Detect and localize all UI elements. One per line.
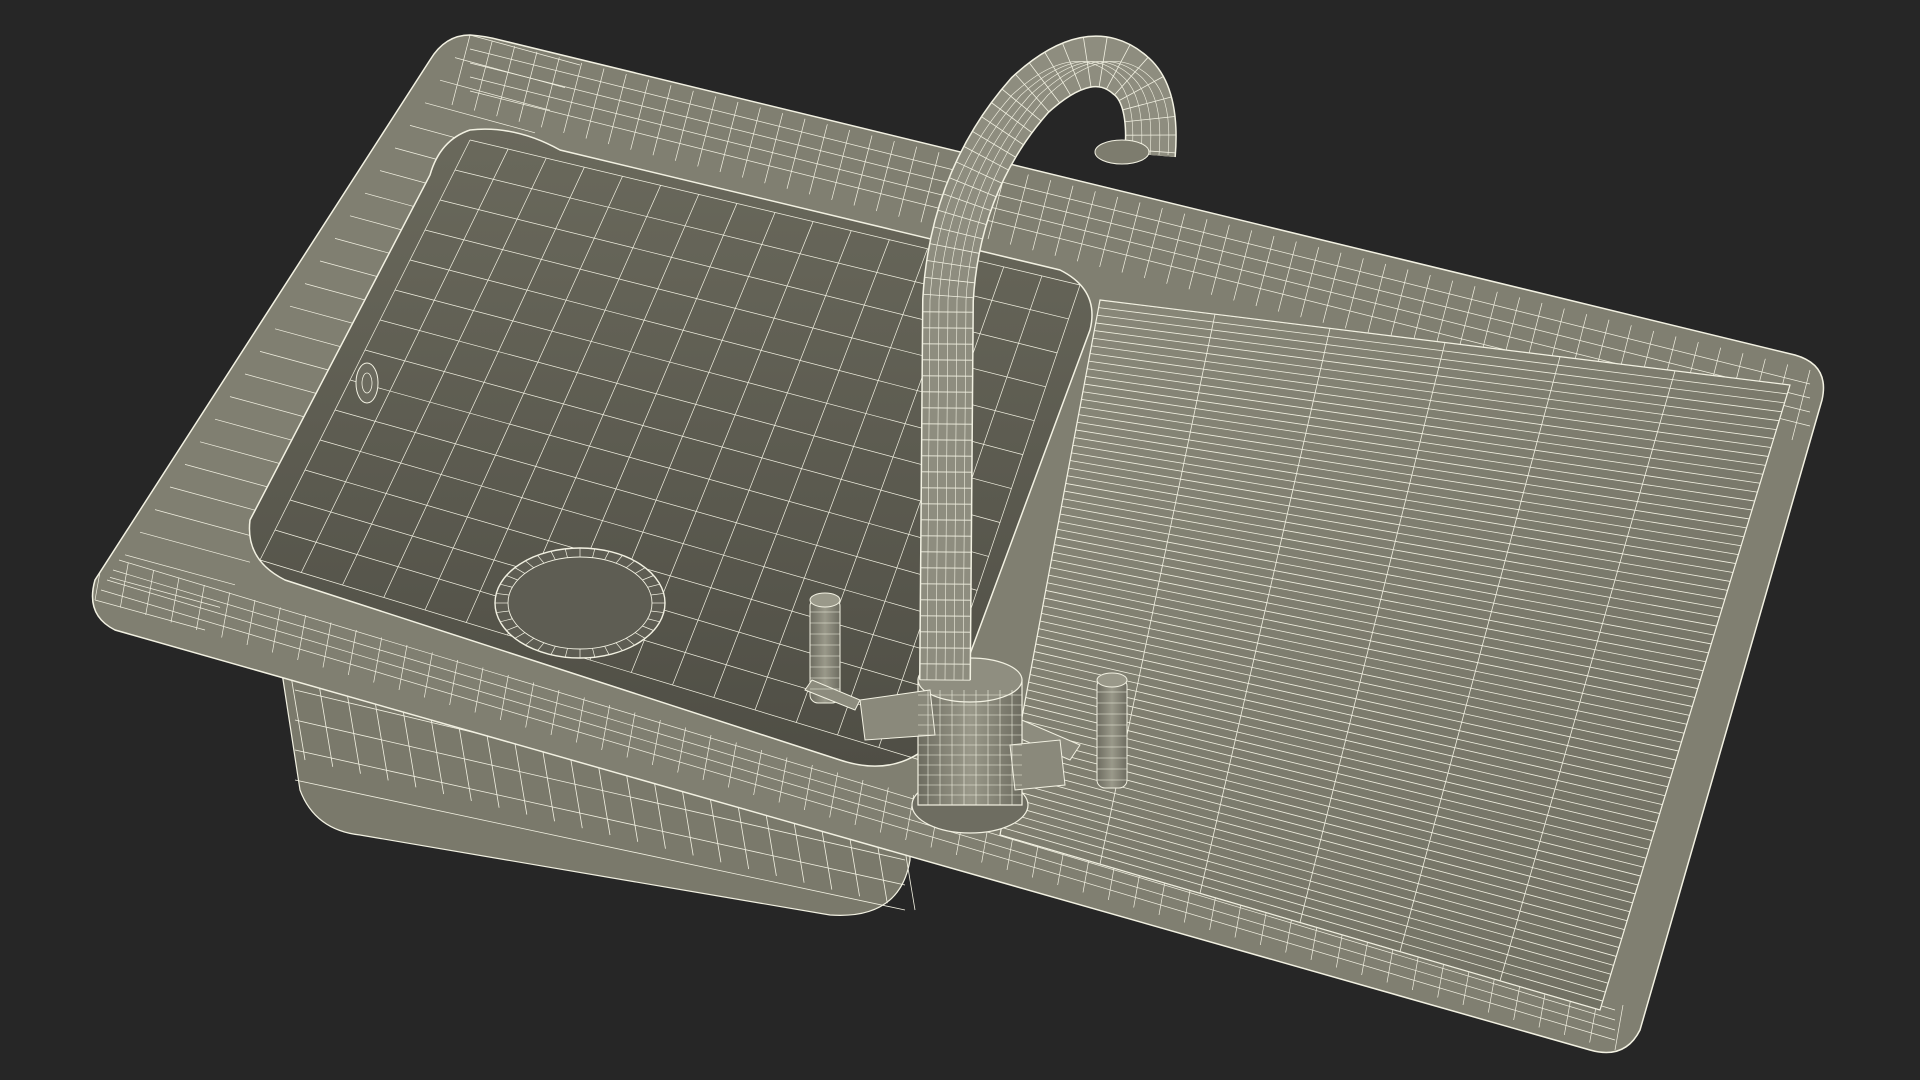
drain-icon [494, 547, 666, 659]
render-viewport [0, 0, 1920, 1080]
wireframe-render [91, 34, 1825, 1054]
overflow-icon [355, 362, 379, 404]
